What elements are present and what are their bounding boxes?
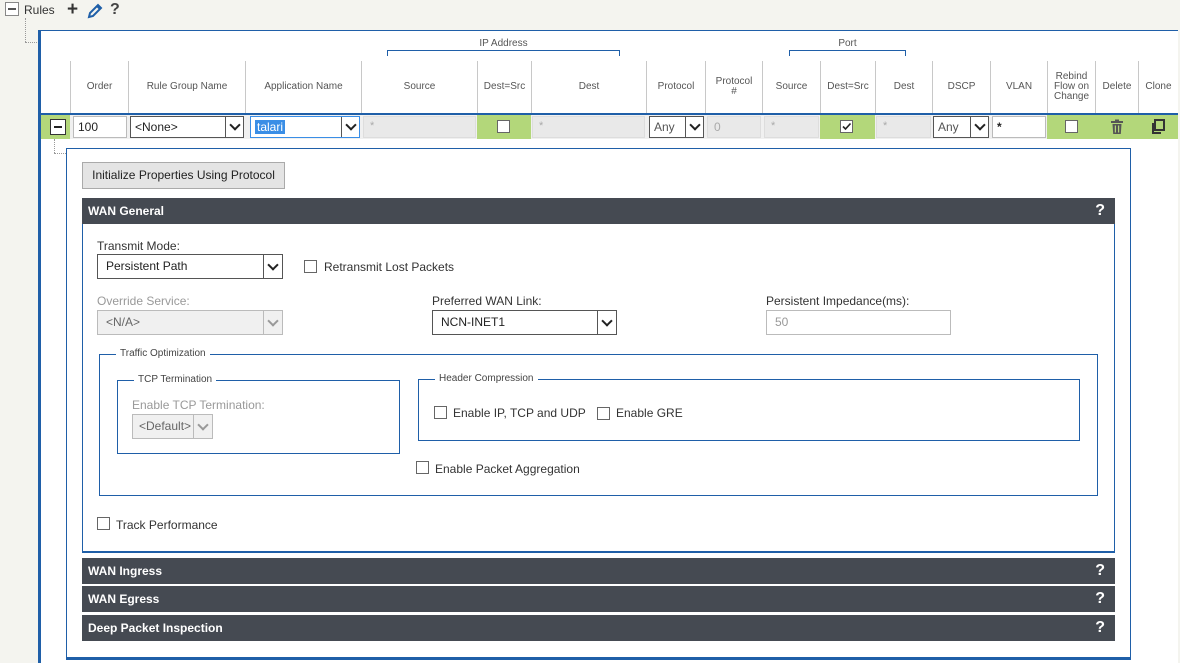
ip-address-group-label: IP Address (479, 38, 528, 49)
tree-connector (54, 139, 55, 153)
wan-egress-title: WAN Egress (88, 592, 160, 606)
header-order[interactable]: Order (71, 62, 128, 112)
preferred-wan-link-label: Preferred WAN Link: (432, 294, 542, 308)
enable-ip-tcp-udp-label: Enable IP, TCP and UDP (453, 406, 586, 420)
help-icon[interactable]: ? (1095, 615, 1105, 641)
wan-ingress-header[interactable]: WAN Ingress ? (82, 558, 1115, 584)
chevron-down-icon (263, 311, 282, 334)
ip-dest-input[interactable]: * (532, 116, 645, 138)
help-icon[interactable]: ? (1095, 198, 1105, 224)
trash-icon[interactable] (1109, 119, 1125, 135)
chevron-down-icon (341, 117, 359, 137)
chevron-down-icon (263, 255, 282, 278)
transmit-mode-label: Transmit Mode: (97, 239, 180, 253)
port-group-bracket (789, 50, 906, 56)
track-performance-checkbox[interactable] (97, 517, 110, 530)
wan-egress-header[interactable]: WAN Egress ? (82, 586, 1115, 612)
tree-connector (25, 42, 39, 43)
wan-general-title: WAN General (88, 204, 165, 218)
port-dest-input[interactable]: * (876, 116, 931, 138)
help-icon[interactable]: ? (1095, 586, 1105, 612)
help-icon[interactable]: ? (110, 1, 120, 19)
rules-collapse-toggle[interactable] (5, 2, 19, 16)
rule-group-value: <None> (135, 120, 178, 134)
override-service-value: <N/A> (106, 315, 141, 329)
persistent-impedance-label: Persistent Impedance(ms): (766, 294, 910, 308)
protocol-value: Any (654, 120, 675, 134)
chevron-down-icon (225, 117, 243, 137)
header-protocol[interactable]: Protocol (647, 62, 705, 112)
retransmit-lost-packets-label: Retransmit Lost Packets (324, 260, 455, 274)
rules-title: Rules (24, 3, 55, 17)
dscp-value: Any (938, 120, 959, 134)
header-rule-group-name[interactable]: Rule Group Name (129, 62, 245, 112)
rebind-flow-checkbox[interactable] (1065, 120, 1078, 133)
header-ip-dest[interactable]: Dest (532, 62, 646, 112)
pencil-icon[interactable] (86, 2, 104, 20)
header-ip-dest-src[interactable]: Dest=Src (478, 62, 531, 112)
header-vlan[interactable]: VLAN (991, 62, 1047, 112)
enable-tcp-termination-select[interactable]: <Default> (132, 414, 213, 439)
deep-packet-inspection-title: Deep Packet Inspection (88, 621, 223, 635)
enable-tcp-termination-value: <Default> (139, 419, 192, 433)
persistent-impedance-input[interactable]: 50 (766, 310, 951, 335)
retransmit-lost-packets-checkbox[interactable] (304, 260, 317, 273)
preferred-wan-link-value: NCN-INET1 (441, 315, 506, 329)
add-icon[interactable]: + (67, 0, 78, 20)
ip-source-input[interactable]: * (363, 116, 476, 138)
rule-group-select[interactable]: <None> (130, 116, 244, 138)
tree-connector (25, 18, 26, 42)
order-input[interactable]: 100 (73, 116, 127, 138)
header-port-dest[interactable]: Dest (876, 62, 932, 112)
enable-gre-checkbox[interactable] (597, 407, 610, 420)
override-service-label: Override Service: (97, 294, 190, 308)
header-rebind-flow[interactable]: Rebind Flow on Change (1048, 62, 1095, 112)
chevron-down-icon (970, 117, 988, 137)
enable-packet-aggregation-checkbox[interactable] (416, 461, 429, 474)
help-icon[interactable]: ? (1095, 558, 1105, 584)
chevron-down-icon (597, 311, 616, 334)
enable-ip-tcp-udp-checkbox[interactable] (434, 406, 447, 419)
traffic-optimization-legend: Traffic Optimization (116, 348, 210, 359)
transmit-mode-select[interactable]: Persistent Path (97, 254, 283, 279)
preferred-wan-link-select[interactable]: NCN-INET1 (432, 310, 617, 335)
wan-ingress-title: WAN Ingress (88, 564, 163, 578)
enable-packet-aggregation-label: Enable Packet Aggregation (435, 462, 580, 476)
header-port-source[interactable]: Source (763, 62, 820, 112)
ip-dest-src-checkbox[interactable] (497, 120, 510, 133)
row-collapse-toggle[interactable] (50, 119, 66, 135)
dscp-select[interactable]: Any (933, 116, 989, 138)
port-group-label: Port (838, 38, 857, 49)
application-value: talari (255, 120, 286, 134)
protocol-select[interactable]: Any (649, 116, 704, 138)
clone-icon[interactable] (1150, 119, 1166, 135)
initialize-properties-button[interactable]: Initialize Properties Using Protocol (82, 162, 285, 189)
track-performance-label: Track Performance (116, 518, 218, 532)
enable-gre-label: Enable GRE (616, 406, 683, 420)
tree-connector (54, 153, 66, 154)
tcp-termination-legend: TCP Termination (134, 374, 217, 385)
transmit-mode-value: Persistent Path (106, 259, 188, 273)
vlan-input[interactable]: * (992, 116, 1046, 138)
header-dscp[interactable]: DSCP (933, 62, 990, 112)
port-dest-src-checkbox[interactable] (840, 120, 853, 133)
header-protocol-number[interactable]: Protocol # (706, 62, 762, 112)
header-clone: Clone (1145, 81, 1172, 92)
enable-tcp-termination-label: Enable TCP Termination: (132, 398, 265, 412)
chevron-down-icon (685, 117, 703, 137)
header-application-name[interactable]: Application Name (246, 62, 361, 112)
port-source-input[interactable]: * (764, 116, 819, 138)
header-delete: Delete (1102, 81, 1132, 92)
override-service-select[interactable]: <N/A> (97, 310, 283, 335)
application-select[interactable]: talari (250, 116, 360, 138)
header-ip-source[interactable]: Source (362, 62, 477, 112)
header-compression-legend: Header Compression (435, 373, 538, 384)
deep-packet-inspection-header[interactable]: Deep Packet Inspection ? (82, 615, 1115, 641)
ip-address-group-bracket (387, 50, 620, 56)
checkmark-icon (842, 122, 852, 131)
wan-general-header[interactable]: WAN General ? (82, 198, 1115, 224)
protocol-number-input[interactable]: 0 (707, 116, 761, 138)
header-port-dest-src[interactable]: Dest=Src (821, 62, 875, 112)
chevron-down-icon (193, 415, 212, 438)
